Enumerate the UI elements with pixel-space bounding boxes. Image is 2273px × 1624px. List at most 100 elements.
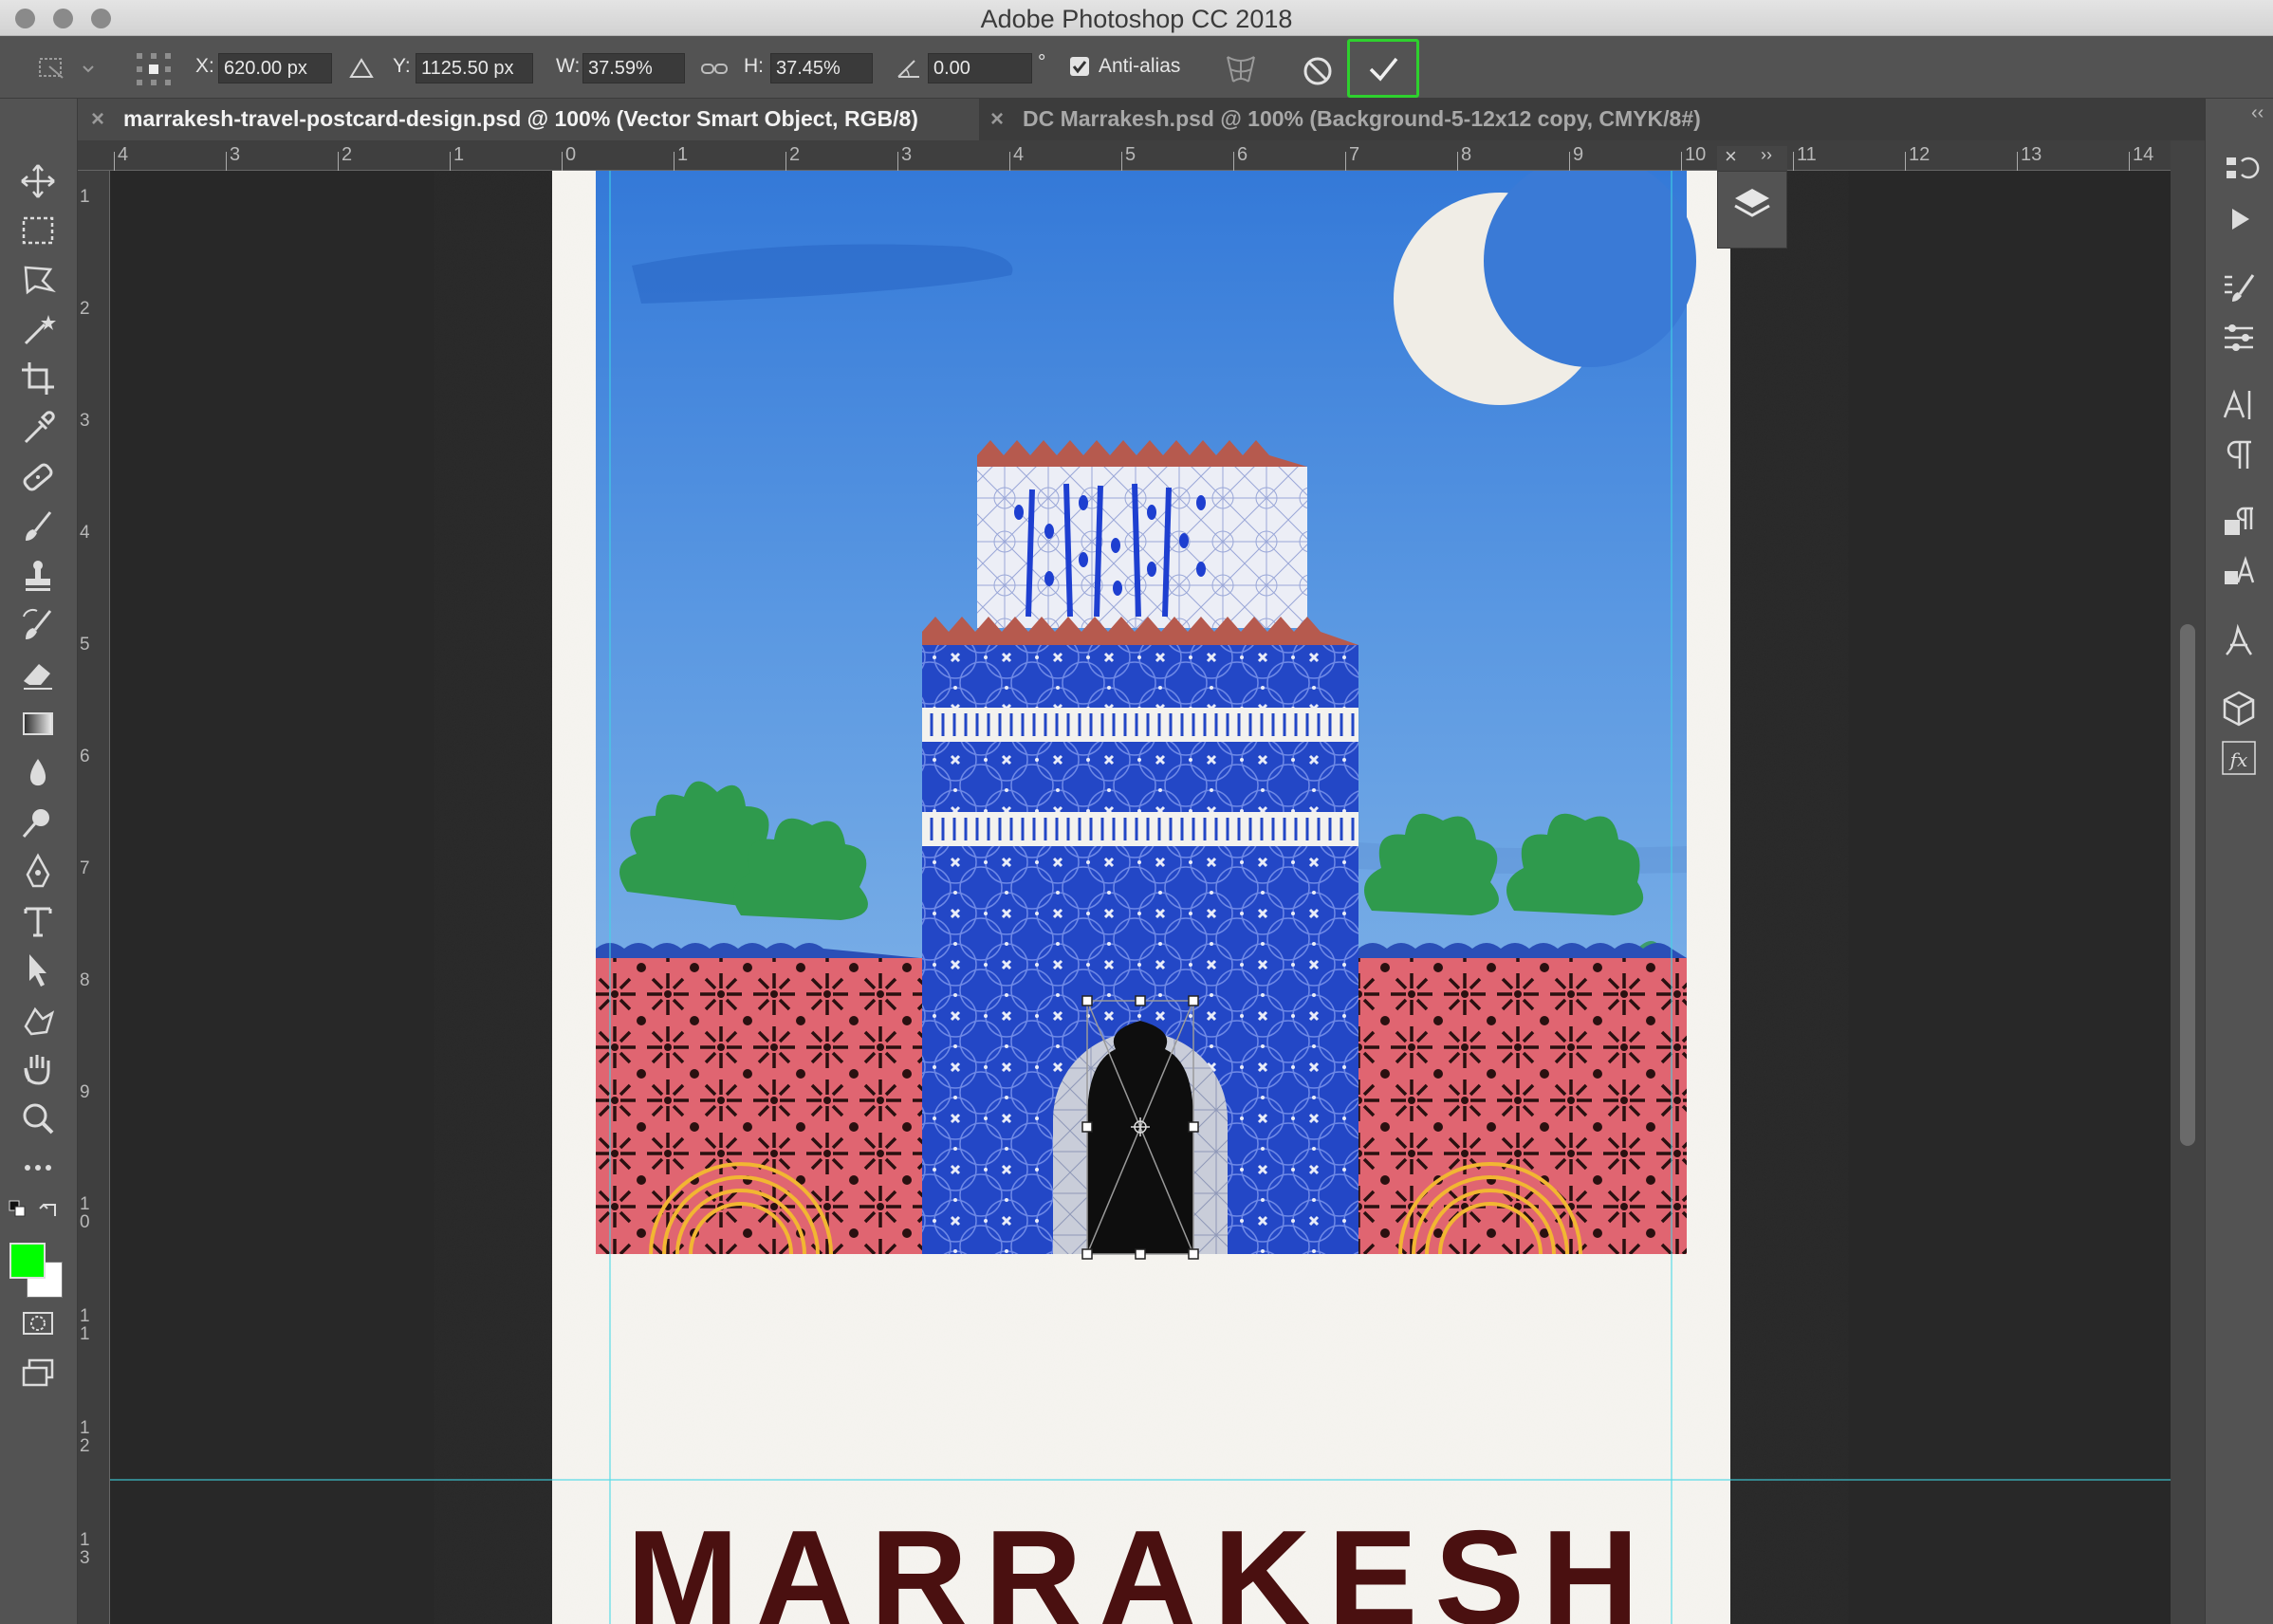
character-icon[interactable] — [2217, 383, 2261, 427]
lasso-icon[interactable] — [16, 258, 60, 302]
marquee-icon[interactable] — [16, 209, 60, 252]
options-bar: X: 620.00 px Y: 1125.50 px W: 37.59% H: … — [0, 36, 2273, 99]
close-tab-icon[interactable]: × — [990, 106, 1004, 133]
shape-icon[interactable] — [16, 998, 60, 1042]
layers-icon[interactable] — [1718, 172, 1786, 248]
layers-panel-collapsed[interactable] — [1717, 171, 1787, 249]
ruler-label: 2 — [342, 144, 353, 165]
checkmark-icon — [1369, 57, 1398, 82]
close-panel-icon[interactable]: × — [1725, 144, 1737, 169]
ruler-tick — [674, 152, 675, 171]
tab-marrakesh-travel-postcard[interactable]: × marrakesh-travel-postcard-design.psd @… — [78, 99, 979, 140]
right-pink-wall — [1358, 958, 1687, 1254]
path-selection-icon[interactable] — [16, 949, 60, 992]
magic-wand-icon[interactable] — [16, 307, 60, 351]
ruler-tick — [338, 152, 339, 171]
expand-dock-icon[interactable]: ‹‹ — [2251, 102, 2264, 124]
svg-text:fx: fx — [2228, 748, 2248, 771]
3d-icon[interactable] — [2217, 687, 2261, 730]
w-label: W: — [556, 55, 581, 77]
ruler-label: 8 — [80, 970, 90, 990]
window-title: Adobe Photoshop CC 2018 — [980, 5, 1293, 33]
clone-stamp-icon[interactable] — [16, 554, 60, 598]
history-brush-icon[interactable] — [16, 603, 60, 647]
scrollbar-thumb[interactable] — [2180, 624, 2195, 1146]
ruler-label: 11 — [1797, 144, 1817, 165]
reference-point-icon[interactable] — [135, 51, 173, 87]
layers-panel-header[interactable]: × ›› — [1717, 144, 1787, 171]
ruler-label: 3 — [901, 144, 913, 165]
relative-position-icon[interactable] — [349, 57, 374, 80]
healing-brush-icon[interactable] — [16, 455, 60, 499]
ruler-tick — [2129, 152, 2130, 171]
ruler-tick — [226, 152, 227, 171]
history-icon[interactable] — [2217, 148, 2261, 192]
foreground-color-swatch[interactable] — [9, 1243, 46, 1279]
h-label: H: — [744, 55, 764, 77]
tools-panel — [0, 99, 78, 1624]
transform-tool-preset-icon[interactable] — [36, 53, 97, 83]
screen-mode-icon[interactable] — [16, 1351, 60, 1394]
anti-alias-checkbox[interactable] — [1070, 57, 1089, 76]
ruler-label: 6 — [80, 747, 90, 766]
adjustments-icon[interactable] — [2217, 315, 2261, 359]
close-tab-icon[interactable]: × — [91, 106, 104, 133]
more-tools-icon[interactable] — [16, 1146, 60, 1190]
ruler-tick — [1569, 152, 1570, 171]
width-field[interactable]: 37.59% — [582, 53, 685, 83]
ruler-label: 1 0 — [80, 1194, 90, 1232]
ruler-label: 13 — [2021, 144, 2042, 165]
rotation-field[interactable]: 0.00 — [928, 53, 1032, 83]
brush-settings-icon[interactable] — [2217, 266, 2261, 309]
ruler-tick — [1905, 152, 1906, 171]
blur-icon[interactable] — [16, 751, 60, 795]
character-styles-icon[interactable] — [2217, 550, 2261, 594]
cancel-transform-icon[interactable] — [1302, 55, 1334, 87]
x-label: X: — [195, 55, 214, 77]
horizontal-ruler: 4 3 2 1 0 1 2 3 4 5 6 7 8 9 10 11 12 13 14 — [78, 140, 2171, 171]
brush-icon[interactable] — [16, 505, 60, 548]
vertical-scrollbar[interactable] — [2171, 140, 2205, 1624]
move-icon[interactable] — [16, 159, 60, 203]
type-icon[interactable] — [16, 899, 60, 943]
height-field[interactable]: 37.45% — [770, 53, 873, 83]
expand-panel-icon[interactable]: ›› — [1761, 145, 1772, 165]
y-position-field[interactable]: 1125.50 px — [416, 53, 533, 83]
ruler-label: 14 — [2133, 144, 2154, 165]
ruler-tick — [114, 152, 115, 171]
pen-icon[interactable] — [16, 850, 60, 894]
play-action-icon[interactable] — [2217, 197, 2261, 241]
ruler-label: 12 — [1909, 144, 1931, 165]
paragraph-icon[interactable] — [2217, 433, 2261, 476]
anti-alias-label: Anti-alias — [1099, 55, 1181, 77]
ruler-label: 4 — [80, 523, 90, 543]
zoom-icon[interactable] — [16, 1097, 60, 1140]
default-colors-icon[interactable] — [8, 1199, 70, 1227]
crop-icon[interactable] — [16, 357, 60, 400]
ruler-tick — [1793, 152, 1794, 171]
canvas-area[interactable]: MARRAKESH — [110, 171, 2171, 1624]
glyphs-icon[interactable] — [2217, 618, 2261, 662]
commit-transform-button[interactable] — [1347, 39, 1419, 98]
hand-icon[interactable] — [16, 1047, 60, 1091]
ruler-label: 0 — [565, 144, 577, 165]
quick-mask-icon[interactable] — [16, 1301, 60, 1345]
gradient-icon[interactable] — [16, 702, 60, 746]
rotate-angle-icon — [897, 60, 919, 78]
x-position-field[interactable]: 620.00 px — [218, 53, 332, 83]
dodge-icon[interactable] — [16, 801, 60, 844]
ruler-label: 1 3 — [80, 1530, 90, 1568]
eraser-icon[interactable] — [16, 653, 60, 696]
link-proportions-icon[interactable] — [700, 61, 729, 78]
ruler-label: 5 — [1125, 144, 1136, 165]
eyedropper-icon[interactable] — [16, 406, 60, 450]
layer-styles-icon[interactable]: fx — [2217, 736, 2261, 780]
postcard-title: MARRAKESH — [627, 1503, 1656, 1624]
y-label: Y: — [393, 55, 411, 77]
paragraph-styles-icon[interactable] — [2217, 501, 2261, 544]
left-pink-wall — [596, 958, 924, 1254]
warp-mode-icon[interactable] — [1222, 51, 1260, 87]
ruler-tick — [562, 152, 563, 171]
tab-dc-marrakesh[interactable]: × DC Marrakesh.psd @ 100% (Background-5-… — [979, 99, 1776, 140]
ruler-label: 7 — [1349, 144, 1360, 165]
